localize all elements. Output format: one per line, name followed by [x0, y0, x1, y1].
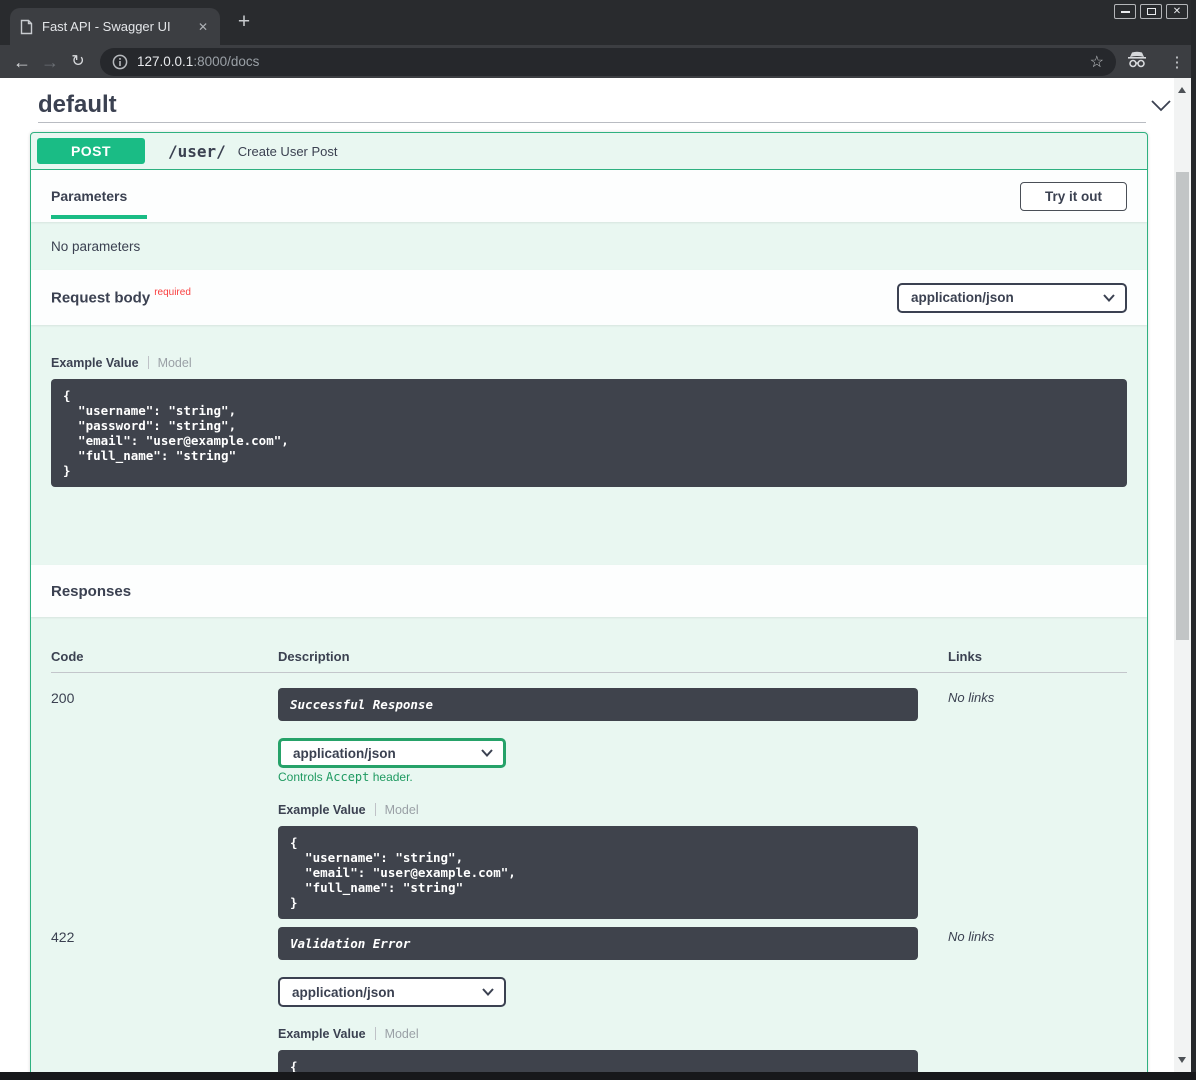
- request-body-section: Example Value Model { "username": "strin…: [31, 325, 1147, 565]
- operation-description: Create User Post: [238, 144, 338, 159]
- response-row-422: 422 Validation Error application/json Ex…: [51, 927, 1127, 1080]
- browser-toolbar: ← → ↻ 127.0.0.1:8000/docs ☆ ⋮: [0, 45, 1196, 78]
- responses-column-headers: Code Description Links: [51, 649, 1127, 665]
- no-parameters-row: No parameters: [31, 222, 1147, 270]
- opblock-post-user: POST /user/ Create User Post Parameters …: [30, 132, 1148, 1080]
- scroll-down-icon[interactable]: [1178, 1057, 1186, 1063]
- select-chevron-icon: [482, 988, 494, 996]
- tab-close-icon[interactable]: ✕: [196, 20, 210, 34]
- operation-summary[interactable]: POST /user/ Create User Post: [31, 133, 1147, 170]
- request-body-title: Request body: [51, 289, 150, 306]
- reload-icon[interactable]: ↻: [64, 48, 92, 76]
- window-minimize-button[interactable]: [1114, 4, 1136, 19]
- responses-header: Responses: [31, 565, 1147, 617]
- example-model-tabs: Example Value Model: [278, 802, 948, 817]
- col-description: Description: [278, 649, 948, 665]
- example-model-tabs: Example Value Model: [51, 355, 1127, 370]
- address-bar[interactable]: 127.0.0.1:8000/docs ☆: [100, 48, 1116, 76]
- col-code: Code: [51, 649, 278, 665]
- col-links: Links: [948, 649, 1127, 665]
- response-description-bar: Successful Response: [278, 688, 918, 721]
- response-content-type-select-422[interactable]: application/json: [278, 977, 506, 1007]
- tab-separator: [375, 803, 376, 816]
- select-chevron-icon: [1103, 294, 1115, 302]
- required-badge: required: [154, 287, 191, 298]
- tag-divider: [38, 122, 1146, 123]
- request-content-type-select[interactable]: application/json: [897, 283, 1127, 313]
- controls-accept-note: Controls Accept header.: [278, 770, 948, 785]
- tab-model[interactable]: Model: [385, 803, 419, 817]
- response-content-type-select-200[interactable]: application/json: [278, 738, 506, 768]
- page-scrollbar[interactable]: [1174, 78, 1191, 1072]
- scroll-up-icon[interactable]: [1178, 87, 1186, 93]
- tab-title: Fast API - Swagger UI: [42, 19, 196, 34]
- window-bottom-edge: [0, 1072, 1196, 1080]
- response-code: 422: [51, 927, 278, 1080]
- tab-example-value[interactable]: Example Value: [51, 356, 139, 370]
- window-close-button[interactable]: ✕: [1166, 4, 1188, 19]
- window-right-edge: [1191, 0, 1196, 1080]
- responses-table: Code Description Links 200 Successful Re…: [31, 617, 1147, 1080]
- operation-path: /user/: [168, 142, 226, 161]
- request-content-type-value: application/json: [911, 290, 1014, 305]
- responses-title: Responses: [51, 583, 131, 600]
- no-parameters-text: No parameters: [51, 239, 140, 254]
- request-body-header: Request body required application/json: [31, 270, 1147, 325]
- response-description-cell: Validation Error application/json Exampl…: [278, 927, 948, 1080]
- response-code: 200: [51, 688, 278, 919]
- try-it-out-button[interactable]: Try it out: [1020, 182, 1127, 211]
- bookmark-star-icon[interactable]: ☆: [1090, 52, 1104, 72]
- response-description-bar: Validation Error: [278, 927, 918, 960]
- window-controls: ✕: [1114, 4, 1188, 19]
- tag-section-header[interactable]: default: [38, 88, 1172, 122]
- browser-tab[interactable]: Fast API - Swagger UI ✕: [10, 8, 220, 45]
- new-tab-button[interactable]: +: [232, 10, 256, 34]
- swagger-page: default POST /user/ Create User Post Par…: [0, 78, 1196, 1080]
- forward-icon: →: [36, 48, 64, 76]
- incognito-icon: [1116, 51, 1158, 73]
- window-maximize-button[interactable]: [1140, 4, 1162, 19]
- parameters-tab-underline: [51, 215, 147, 219]
- site-info-icon[interactable]: [112, 54, 128, 70]
- scrollbar-thumb[interactable]: [1176, 172, 1189, 640]
- tab-separator: [148, 356, 149, 369]
- parameters-tab-label: Parameters: [51, 188, 147, 204]
- response-description-cell: Successful Response application/json Con…: [278, 688, 948, 919]
- tab-parameters[interactable]: Parameters: [51, 170, 147, 222]
- response-row-200: 200 Successful Response application/json…: [51, 688, 1127, 919]
- tab-separator: [375, 1027, 376, 1040]
- request-body-title-group: Request body required: [51, 288, 191, 307]
- chevron-down-icon[interactable]: [1150, 99, 1172, 112]
- method-badge: POST: [37, 138, 145, 164]
- response-links: No links: [948, 688, 1127, 919]
- url-text[interactable]: 127.0.0.1:8000/docs: [137, 54, 1090, 69]
- responses-header-divider: [51, 672, 1127, 673]
- request-example-code: { "username": "string", "password": "str…: [51, 379, 1127, 487]
- tab-example-value[interactable]: Example Value: [278, 1027, 366, 1041]
- example-model-tabs: Example Value Model: [278, 1026, 948, 1041]
- tab-model[interactable]: Model: [158, 356, 192, 370]
- tag-title: default: [38, 91, 117, 119]
- select-chevron-icon: [481, 749, 493, 757]
- tab-example-value[interactable]: Example Value: [278, 803, 366, 817]
- back-icon[interactable]: ←: [8, 48, 36, 76]
- page-favicon-icon: [20, 19, 33, 35]
- parameters-header: Parameters Try it out: [31, 170, 1147, 222]
- response-links: No links: [948, 927, 1127, 1080]
- response-example-code-200: { "username": "string", "email": "user@e…: [278, 826, 918, 919]
- browser-titlebar: Fast API - Swagger UI ✕ + ✕: [0, 0, 1196, 45]
- tab-model[interactable]: Model: [385, 1027, 419, 1041]
